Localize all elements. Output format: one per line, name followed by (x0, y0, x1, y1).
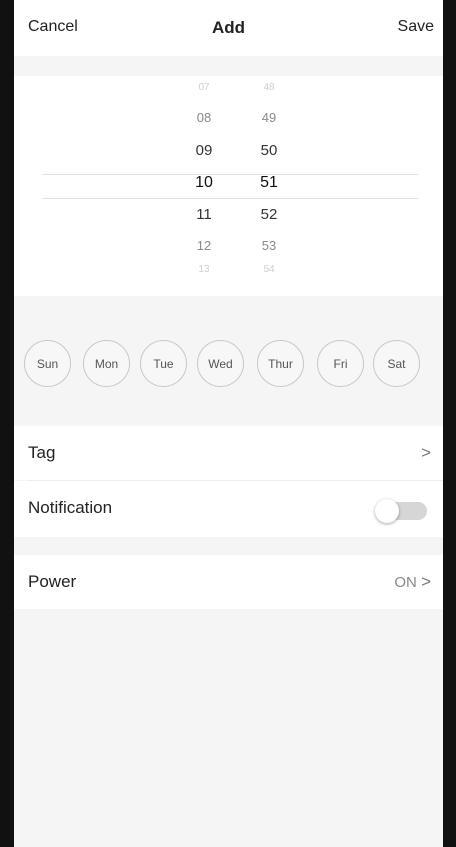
day-fri[interactable]: Fri (317, 340, 364, 387)
minute-option[interactable]: 48 (239, 82, 299, 93)
power-label: Power (28, 572, 77, 591)
chevron-right-icon: > (421, 572, 431, 591)
minute-option[interactable]: 51 (239, 174, 299, 192)
add-timer-screen: Cancel Add Save 07 08 09 10 11 12 13 48 49 50 51 5… (14, 0, 443, 847)
tag-label: Tag (28, 443, 56, 462)
notification-label: Notification (28, 498, 113, 517)
tag-row[interactable]: Tag > (14, 426, 443, 480)
hour-option[interactable]: 07 (174, 82, 234, 93)
day-sat[interactable]: Sat (373, 340, 420, 387)
minute-option[interactable]: 49 (239, 110, 299, 125)
power-value: ON (394, 574, 417, 591)
day-thur[interactable]: Thur (257, 340, 304, 387)
page-title: Add (211, 18, 246, 37)
minute-wheel[interactable]: 48 49 50 51 52 53 54 (239, 76, 299, 296)
time-picker[interactable]: 07 08 09 10 11 12 13 48 49 50 51 52 53 54 (14, 76, 443, 296)
power-row[interactable]: Power ON > (14, 555, 443, 609)
notification-toggle[interactable] (375, 499, 429, 523)
toggle-knob (375, 499, 399, 523)
day-wed[interactable]: Wed (197, 340, 244, 387)
power-value-group: ON > (394, 572, 431, 592)
day-tue[interactable]: Tue (140, 340, 187, 387)
repeat-days: Sun Mon Tue Wed Thur Fri Sat (14, 296, 443, 426)
save-button[interactable]: Save (398, 18, 434, 36)
chevron-right-icon: > (421, 443, 431, 462)
minute-option[interactable]: 53 (239, 238, 299, 253)
minute-option[interactable]: 52 (239, 206, 299, 223)
hour-option[interactable]: 12 (174, 238, 234, 253)
hour-option[interactable]: 13 (174, 264, 234, 275)
minute-option[interactable]: 50 (239, 142, 299, 159)
screen-edge-right (443, 0, 456, 847)
hour-option[interactable]: 08 (174, 110, 234, 125)
hour-option[interactable]: 10 (174, 174, 234, 192)
minute-option[interactable]: 54 (239, 264, 299, 275)
navigation-bar: Cancel Add Save (14, 0, 443, 56)
hour-option[interactable]: 09 (174, 142, 234, 159)
screen-edge-left (0, 0, 14, 847)
hour-wheel[interactable]: 07 08 09 10 11 12 13 (174, 76, 234, 296)
section-gap (14, 56, 443, 76)
day-sun[interactable]: Sun (24, 340, 71, 387)
notification-row: Notification (14, 481, 443, 537)
hour-option[interactable]: 11 (174, 206, 234, 223)
day-mon[interactable]: Mon (83, 340, 130, 387)
